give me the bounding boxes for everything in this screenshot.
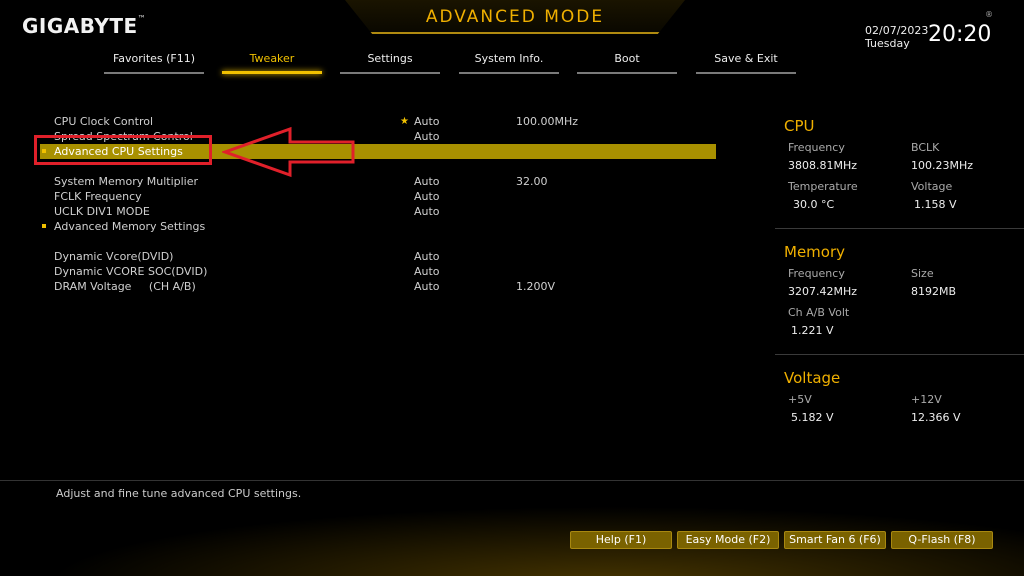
setting-label: DRAM Voltage (CH A/B) bbox=[54, 280, 196, 293]
setting-value: Auto bbox=[414, 130, 440, 143]
panel-title: Voltage bbox=[784, 369, 841, 387]
submenu-bullet-icon bbox=[42, 224, 46, 228]
cpu-voltage: 1.158 V bbox=[914, 198, 957, 211]
info-label: Frequency bbox=[788, 141, 845, 154]
voltage-12v: 12.366 V bbox=[911, 411, 961, 424]
cpu-info-panel: CPU Frequency BCLK 3808.81MHz 100.23MHz … bbox=[784, 117, 1024, 217]
registered-mark: ® bbox=[985, 10, 993, 19]
setting-dram-voltage[interactable]: DRAM Voltage (CH A/B) Auto 1.200V bbox=[54, 279, 714, 294]
panel-divider bbox=[775, 228, 1024, 229]
info-label: Frequency bbox=[788, 267, 845, 280]
annotation-arrow-icon bbox=[222, 126, 355, 178]
footer-divider bbox=[0, 480, 1024, 481]
setting-value: Auto bbox=[414, 265, 440, 278]
tab-tweaker[interactable]: Tweaker bbox=[218, 52, 326, 74]
favorite-star-icon: ★ bbox=[400, 116, 409, 127]
gigabyte-logo: GIGABYTE™ bbox=[22, 14, 147, 38]
setting-dynamic-vcore[interactable]: Dynamic Vcore(DVID) Auto bbox=[54, 249, 714, 264]
info-label: BCLK bbox=[911, 141, 940, 154]
panel-divider bbox=[775, 354, 1024, 355]
memory-voltage: 1.221 V bbox=[791, 324, 834, 337]
setting-label: Dynamic Vcore(DVID) bbox=[54, 250, 174, 263]
smart-fan-button[interactable]: Smart Fan 6 (F6) bbox=[784, 531, 886, 549]
info-label: Ch A/B Volt bbox=[788, 306, 850, 319]
setting-value: Auto bbox=[414, 115, 440, 128]
setting-uclk-div1-mode[interactable]: UCLK DIV1 MODE Auto bbox=[54, 204, 714, 219]
setting-label: Dynamic VCORE SOC(DVID) bbox=[54, 265, 208, 278]
setting-label: Advanced Memory Settings bbox=[54, 220, 206, 233]
date: 02/07/2023 bbox=[865, 24, 929, 37]
annotation-highlight-box bbox=[34, 135, 212, 165]
info-label: +5V bbox=[788, 393, 812, 406]
tab-system-info[interactable]: System Info. bbox=[455, 52, 563, 74]
voltage-info-panel: Voltage +5V +12V 5.182 V 12.366 V bbox=[784, 369, 1024, 439]
tab-settings[interactable]: Settings bbox=[336, 52, 444, 74]
info-label: Voltage bbox=[911, 180, 953, 193]
panel-title: CPU bbox=[784, 117, 815, 135]
setting-current-value: 32.00 bbox=[516, 175, 548, 188]
tab-favorites[interactable]: Favorites (F11) bbox=[100, 52, 208, 74]
tab-boot[interactable]: Boot bbox=[573, 52, 681, 74]
help-description: Adjust and fine tune advanced CPU settin… bbox=[56, 487, 302, 500]
tab-save-exit[interactable]: Save & Exit bbox=[692, 52, 800, 74]
help-button[interactable]: Help (F1) bbox=[570, 531, 672, 549]
setting-dynamic-vcore-soc[interactable]: Dynamic VCORE SOC(DVID) Auto bbox=[54, 264, 714, 279]
date-display: 02/07/2023 Tuesday bbox=[865, 24, 928, 50]
setting-value: Auto bbox=[414, 205, 440, 218]
setting-cpu-clock-control[interactable]: CPU Clock Control ★ Auto 100.00MHz bbox=[54, 114, 714, 129]
setting-memory-multiplier[interactable]: System Memory Multiplier Auto 32.00 bbox=[54, 174, 714, 189]
memory-size: 8192MB bbox=[911, 285, 957, 298]
setting-label: FCLK Frequency bbox=[54, 190, 142, 203]
info-label: +12V bbox=[911, 393, 942, 406]
mode-title: ADVANCED MODE bbox=[425, 7, 605, 27]
setting-advanced-memory[interactable]: Advanced Memory Settings bbox=[42, 219, 714, 234]
setting-fclk-frequency[interactable]: FCLK Frequency Auto bbox=[54, 189, 714, 204]
setting-label: CPU Clock Control bbox=[54, 115, 154, 128]
setting-value: Auto bbox=[414, 250, 440, 263]
setting-value: Auto bbox=[414, 280, 440, 293]
cpu-temperature: 30.0 °C bbox=[793, 198, 835, 211]
clock: 20:20 bbox=[928, 22, 992, 47]
memory-info-panel: Memory Frequency Size 3207.42MHz 8192MB … bbox=[784, 243, 1024, 343]
setting-value: Auto bbox=[414, 190, 440, 203]
panel-title: Memory bbox=[784, 243, 846, 261]
easy-mode-button[interactable]: Easy Mode (F2) bbox=[677, 531, 779, 549]
voltage-5v: 5.182 V bbox=[791, 411, 834, 424]
memory-frequency: 3207.42MHz bbox=[788, 285, 858, 298]
setting-current-value: 100.00MHz bbox=[516, 115, 579, 128]
q-flash-button[interactable]: Q-Flash (F8) bbox=[891, 531, 993, 549]
setting-label: System Memory Multiplier bbox=[54, 175, 199, 188]
day: Tuesday bbox=[865, 37, 910, 50]
setting-current-value: 1.200V bbox=[516, 280, 556, 293]
cpu-bclk: 100.23MHz bbox=[911, 159, 974, 172]
info-label: Temperature bbox=[788, 180, 858, 193]
cpu-frequency: 3808.81MHz bbox=[788, 159, 858, 172]
info-label: Size bbox=[911, 267, 934, 280]
setting-value: Auto bbox=[414, 175, 440, 188]
setting-label: UCLK DIV1 MODE bbox=[54, 205, 150, 218]
